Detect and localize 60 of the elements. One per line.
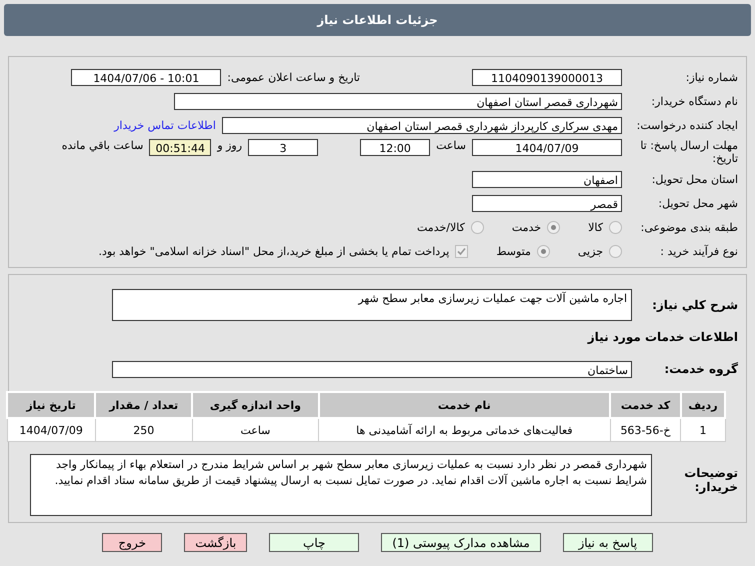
field-label: نام دستگاه خریدار: — [650, 94, 738, 108]
field-label: مهلت ارسال پاسخ: تا تاریخ: — [639, 139, 738, 165]
field-label: طبقه بندی موضوعی: — [640, 220, 738, 234]
field-label: ساعت باقي مانده — [62, 139, 144, 152]
remaining-time-field: 00:51:44 — [149, 139, 212, 156]
province-field[interactable]: اصفهان — [472, 170, 622, 188]
column-header: نام خدمت — [318, 392, 610, 418]
service-group-field[interactable]: ساختمان — [112, 360, 632, 378]
need-number-field[interactable]: 1104090139000013 — [472, 68, 622, 86]
deadline-time-field[interactable]: 12:00 — [360, 139, 430, 156]
field-label: شرح کلي نیاز: — [651, 298, 738, 312]
buyer-notes-field[interactable]: شهرداری قمصر در نظر دارد نسبت به عملیات زیرسازی معابر سطح شهر بر اساس شرایط مندرج در استعلام بهاء از پیمانکار واجد شرایط نسبت به اجاره ماشین آلات اقدام نماید. در صورت تمایل نسبت به ارسال پیشنهاد قیمت از طریق سامانه ستاد اقدام نمایید. — [30, 454, 652, 516]
field-label: ایجاد کننده درخواست: — [636, 118, 738, 132]
field-label: شهر محل تحویل: — [657, 196, 738, 210]
days-field[interactable]: 3 — [248, 139, 318, 156]
radio-label: متوسط — [496, 244, 531, 258]
table-cell: فعالیت‌های خدماتی مربوط به ارائه آشامیدنی ها — [318, 418, 610, 442]
table-cell: 1404/07/09 — [7, 418, 96, 442]
radio-label: جزیی — [578, 244, 603, 258]
action-button[interactable]: چاپ — [269, 533, 360, 552]
description-field[interactable]: اجاره ماشین آلات جهت عملیات زیرسازی معابر سطح شهر — [112, 289, 632, 321]
radio-button[interactable] — [609, 220, 622, 234]
table-cell: 250 — [95, 418, 192, 442]
radio-label: کالا/خدمت — [417, 220, 465, 234]
radio-button[interactable] — [470, 220, 484, 234]
field-label: استان محل تحویل: — [650, 172, 738, 186]
table-cell: 1 — [680, 418, 725, 442]
payment-checkbox[interactable] — [455, 244, 468, 258]
field-label: توضیحات خریدار: — [683, 465, 738, 494]
action-button[interactable]: خروج — [102, 533, 162, 552]
creator-field[interactable]: مهدی سرکاری کارپرداز شهرداری قمصر استان اصفهان — [222, 116, 622, 134]
column-header: تاریخ نیاز — [7, 392, 96, 418]
field-label: شماره نیاز: — [684, 70, 738, 84]
table-cell: خ-56-563 — [610, 418, 681, 442]
buyer-contact-link[interactable]: اطلاعات تماس خریدار — [114, 118, 216, 132]
column-header: واحد اندازه گیری — [192, 392, 319, 418]
buyer-field[interactable]: شهرداری قمصر استان اصفهان — [174, 92, 622, 110]
radio-label: خدمت — [512, 220, 542, 234]
page-title: جزئیات اطلاعات نیاز — [4, 4, 751, 36]
payment-note: پرداخت تمام یا بخشی از مبلغ خرید،از محل "اسناد خزانه اسلامی" خواهد بود. — [98, 244, 450, 258]
action-button[interactable]: بازگشت — [184, 533, 248, 552]
column-header: کد خدمت — [610, 392, 681, 418]
field-label: تاریخ و ساعت اعلان عمومی: — [227, 70, 360, 84]
action-button[interactable]: مشاهده مدارک پیوستی (1) — [381, 533, 541, 552]
field-label: ساعت — [436, 139, 466, 152]
deadline-date-field[interactable]: 1404/07/09 — [472, 139, 622, 156]
action-button[interactable]: پاسخ به نیاز — [562, 533, 653, 552]
announce-date-field[interactable]: 1404/07/06 - 10:01 — [71, 68, 222, 86]
radio-button[interactable] — [536, 244, 550, 258]
city-field[interactable]: قمصر — [472, 194, 622, 212]
field-label: نوع فرآیند خرید : — [659, 244, 738, 258]
radio-label: کالا — [588, 220, 603, 234]
section-heading: اطلاعات خدمات مورد نیاز — [588, 330, 738, 344]
field-label: گروه خدمت: — [663, 362, 738, 376]
column-header: ردیف — [680, 392, 725, 418]
radio-button[interactable] — [609, 244, 622, 258]
table-cell: ساعت — [192, 418, 319, 442]
field-label: روز و — [217, 139, 242, 152]
radio-button[interactable] — [547, 220, 560, 234]
column-header: تعداد / مقدار — [95, 392, 192, 418]
